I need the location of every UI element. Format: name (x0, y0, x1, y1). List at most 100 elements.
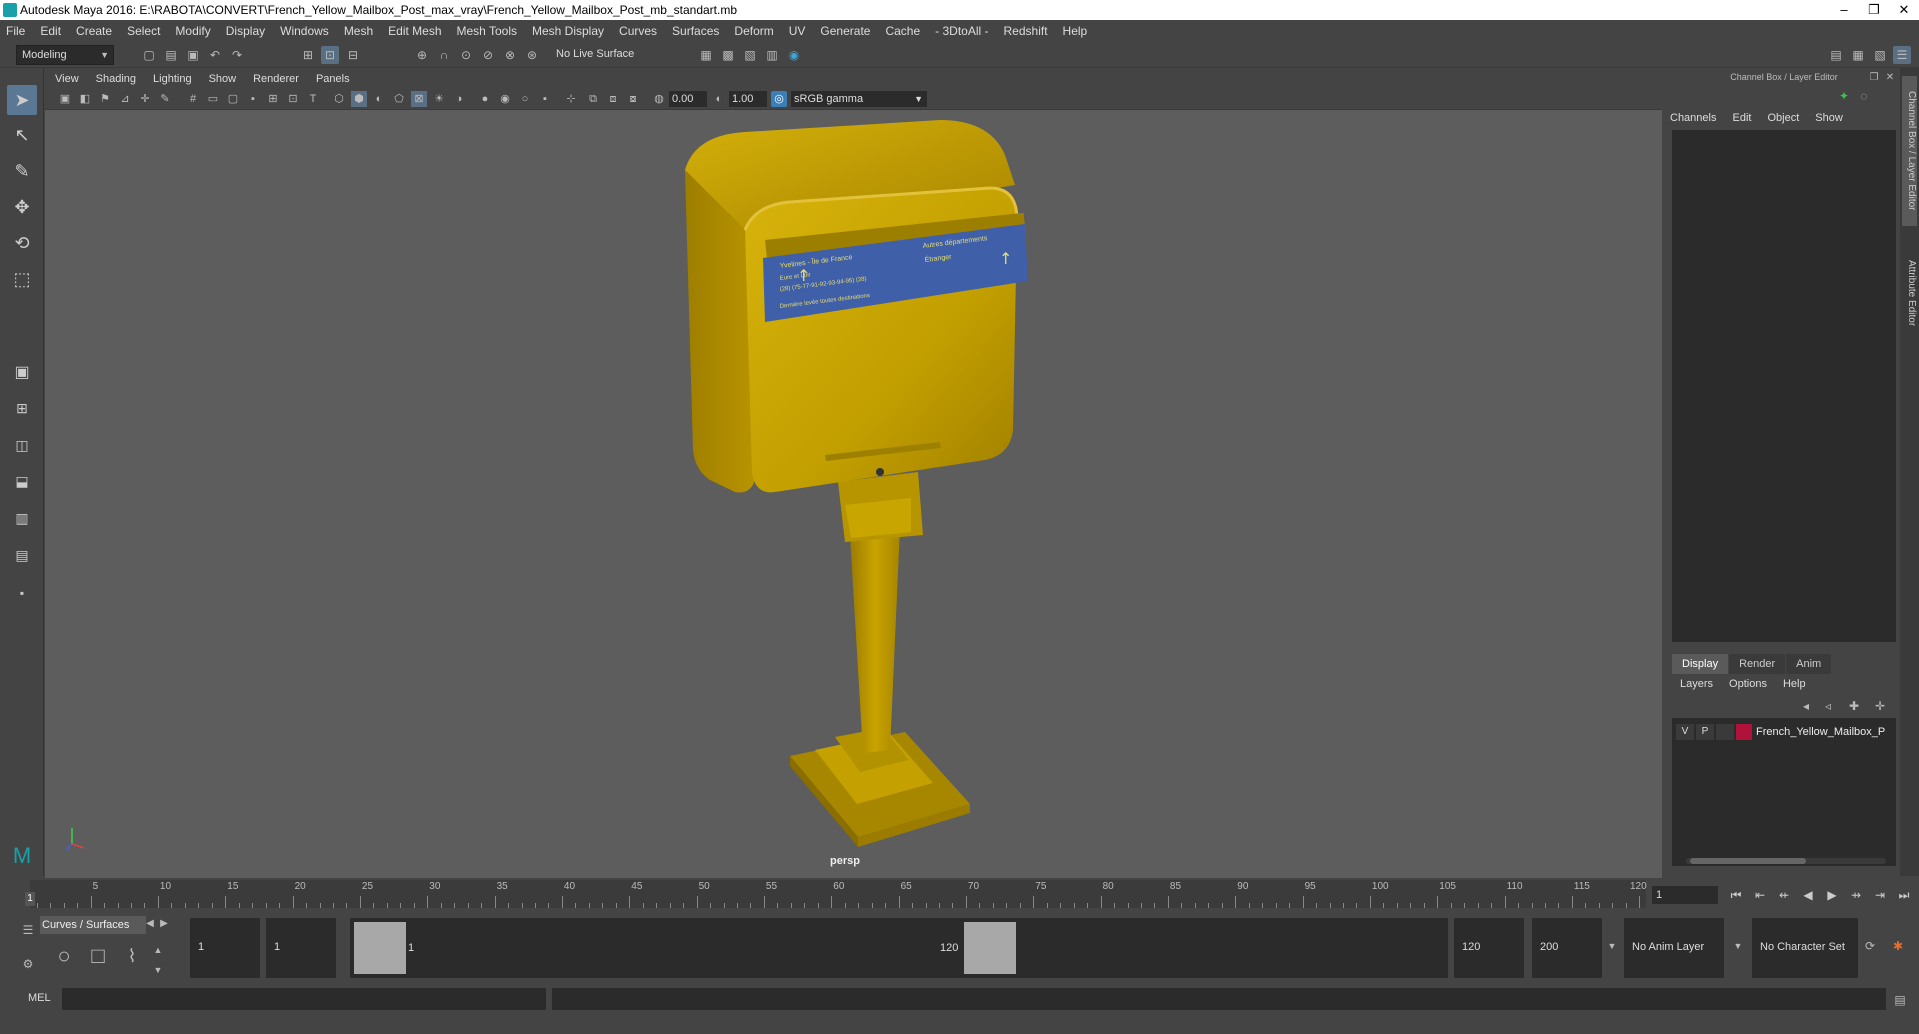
menu-edit[interactable]: Edit (40, 24, 61, 38)
shelf-scroll-up-icon[interactable]: ▲ (150, 942, 166, 958)
nurbs-circle-icon[interactable]: ○ (52, 945, 76, 972)
range-slider-end-handle[interactable] (964, 922, 1016, 974)
step-forward-key-icon[interactable]: ⇸ (1846, 886, 1866, 904)
hypershade-icon[interactable]: ◉ (786, 47, 802, 63)
grease-pencil-icon[interactable]: ✎ (157, 91, 173, 107)
new-scene-icon[interactable]: ▢ (141, 47, 157, 63)
render-settings-icon[interactable]: ▦ (698, 47, 714, 63)
float-panel-icon[interactable]: ❐ (1866, 70, 1882, 86)
redo-icon[interactable]: ↷ (229, 47, 245, 63)
range-slider-start-handle[interactable] (354, 922, 406, 974)
tab-display[interactable]: Display (1672, 654, 1729, 674)
xray-icon[interactable]: ⧉ (585, 91, 601, 107)
mode-dropdown[interactable]: Modeling ▼ (16, 45, 114, 65)
new-layer-selected-icon[interactable]: ✛ (1872, 698, 1888, 714)
image-plane-icon[interactable]: ⊿ (117, 91, 133, 107)
tab-anim[interactable]: Anim (1786, 654, 1832, 674)
isolate-select-icon[interactable]: ⊹ (563, 91, 579, 107)
close-panel-icon[interactable]: ✕ (1882, 70, 1898, 86)
viewport-menu-renderer[interactable]: Renderer (253, 73, 299, 85)
cv-curve-icon[interactable]: ⌇ (120, 947, 144, 972)
side-by-side-layout-icon[interactable]: ◫ (7, 430, 37, 460)
safe-title-icon[interactable]: T (305, 91, 321, 107)
motion-blur-icon[interactable]: ◉ (497, 91, 513, 107)
animation-end-field[interactable]: 200 (1532, 918, 1602, 978)
layer-visibility-toggle[interactable]: V (1676, 724, 1694, 740)
anim-layer-dropdown[interactable]: No Anim Layer (1624, 918, 1724, 978)
more-layouts-icon[interactable]: ▪ (7, 578, 37, 608)
side-tab-attribute-editor[interactable]: Attribute Editor (1902, 238, 1917, 348)
menu-3dtoall[interactable]: - 3DtoAll - (935, 24, 988, 38)
channel-object-menu[interactable]: Object (1767, 112, 1799, 128)
ipr-render-icon[interactable]: ▧ (742, 47, 758, 63)
character-set-dropdown[interactable]: No Character Set (1752, 918, 1858, 978)
wireframe-icon[interactable]: ⬡ (331, 91, 347, 107)
viewport-menu-panels[interactable]: Panels (316, 73, 350, 85)
snap-view-icon[interactable]: ⊘ (480, 47, 496, 63)
channel-box-toggle-icon[interactable]: ☰ (1894, 47, 1910, 63)
menu-help[interactable]: Help (1063, 24, 1088, 38)
attribute-editor-toggle-icon[interactable]: ▦ (1850, 47, 1866, 63)
playback-start-field[interactable]: 1 (266, 918, 336, 978)
shelf-menu-icon[interactable]: ☰ (20, 922, 36, 938)
2d-pan-zoom-icon[interactable]: ✛ (137, 91, 153, 107)
channel-lock-icon[interactable]: ◌ (1856, 88, 1872, 104)
range-slider[interactable] (350, 918, 1448, 978)
current-frame-field[interactable]: 1 (1652, 886, 1718, 904)
script-editor-icon[interactable]: ▤ (1892, 992, 1908, 1008)
maximize-button[interactable]: ❐ (1859, 0, 1889, 20)
channel-key-icon[interactable]: ✦ (1836, 88, 1852, 104)
mel-label[interactable]: MEL (28, 992, 51, 1004)
move-tool-icon[interactable]: ✥ (7, 192, 37, 222)
snap-point-icon[interactable]: ⊙ (458, 47, 474, 63)
select-object-icon[interactable]: ⊡ (322, 47, 338, 63)
play-forwards-icon[interactable]: ▶ (1822, 886, 1842, 904)
modeling-toolkit-icon[interactable]: ▤ (1828, 47, 1844, 63)
textured-icon[interactable]: ⊠ (411, 91, 427, 107)
viewport-menu-view[interactable]: View (55, 73, 79, 85)
exposure-icon[interactable]: ◍ (651, 91, 667, 107)
wireframe-on-shaded-icon[interactable]: ⬠ (391, 91, 407, 107)
open-scene-icon[interactable]: ▤ (163, 47, 179, 63)
depth-of-field-icon[interactable]: ▪ (537, 91, 553, 107)
xray-joints-icon[interactable]: ⧇ (625, 91, 641, 107)
channel-show-menu[interactable]: Show (1815, 112, 1843, 128)
rotate-tool-icon[interactable]: ⟲ (7, 228, 37, 258)
persp-graph-layout-icon[interactable]: ⬓ (7, 466, 37, 496)
smooth-shade-icon[interactable]: ⬢ (351, 91, 367, 107)
gamma-field[interactable]: 1.00 (729, 91, 767, 107)
hypershade-layout-icon[interactable]: ▥ (7, 503, 37, 533)
exposure-field[interactable]: 0.00 (669, 91, 707, 107)
layer-options-menu[interactable]: Options (1729, 678, 1767, 694)
step-forward-frame-icon[interactable]: ⇥ (1870, 886, 1890, 904)
tab-render[interactable]: Render (1729, 654, 1786, 674)
shadows-icon[interactable]: ◑ (451, 91, 467, 107)
new-layer-icon[interactable]: ✚ (1846, 698, 1862, 714)
make-live-icon[interactable]: ⊛ (524, 47, 540, 63)
move-layer-up-icon[interactable]: ◂ (1798, 698, 1814, 714)
single-view-layout-icon[interactable]: ▣ (7, 358, 37, 388)
layers-menu[interactable]: Layers (1680, 678, 1713, 694)
playback-end-field[interactable]: 120 (1454, 918, 1524, 978)
scale-tool-icon[interactable]: ⬚ (7, 264, 37, 294)
color-management-icon[interactable]: ◎ (771, 91, 787, 107)
viewport-menu-lighting[interactable]: Lighting (153, 73, 192, 85)
auto-key-icon[interactable]: ⟳ (1862, 938, 1878, 954)
paint-select-tool-icon[interactable]: ✎ (7, 156, 37, 186)
select-component-icon[interactable]: ⊟ (345, 47, 361, 63)
side-tab-channel-box[interactable]: Channel Box / Layer Editor (1902, 76, 1917, 226)
select-hierarchy-icon[interactable]: ⊞ (300, 47, 316, 63)
layer-playback-toggle[interactable]: P (1696, 724, 1714, 740)
bookmark-icon[interactable]: ⚑ (97, 91, 113, 107)
gate-mask-icon[interactable]: ▪ (245, 91, 261, 107)
menu-curves[interactable]: Curves (619, 24, 657, 38)
safe-action-icon[interactable]: ⊡ (285, 91, 301, 107)
menu-create[interactable]: Create (76, 24, 112, 38)
snap-surface-icon[interactable]: ⊗ (502, 47, 518, 63)
menu-select[interactable]: Select (127, 24, 160, 38)
chevron-down-icon[interactable]: ▼ (1604, 938, 1620, 954)
move-layer-down-icon[interactable]: ◃ (1820, 698, 1836, 714)
layer-name[interactable]: French_Yellow_Mailbox_P (1756, 726, 1885, 738)
shelf-tab-curves-surfaces[interactable]: Curves / Surfaces (40, 916, 146, 934)
menu-mesh-display[interactable]: Mesh Display (532, 24, 604, 38)
